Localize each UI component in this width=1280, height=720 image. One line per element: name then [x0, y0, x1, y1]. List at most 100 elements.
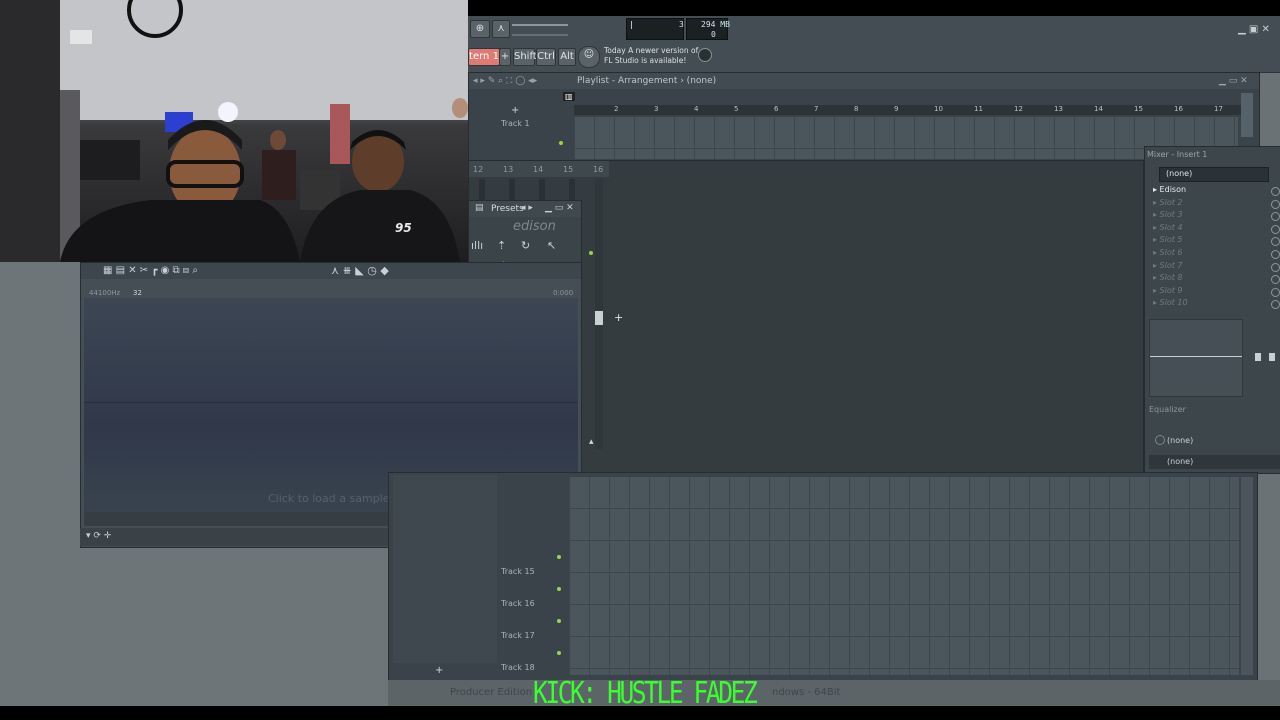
mixer-fader-1[interactable] [1255, 353, 1261, 361]
pattern-selector[interactable]: tern 1 [468, 48, 500, 66]
lower-track-label: Track 16 [501, 599, 535, 608]
mixer-insert-select-value: (none) [1166, 169, 1193, 178]
slot-enable-icon[interactable] [1271, 250, 1280, 259]
slot-enable-icon[interactable] [1271, 212, 1280, 222]
logo-icon[interactable]: ⊕ [470, 20, 490, 38]
mixer-slot-label: ▸ Slot 2 [1153, 197, 1183, 207]
marker-icon[interactable]: ⇡ [497, 239, 506, 252]
eq-display[interactable] [1149, 319, 1243, 397]
mixer-slot[interactable]: ▸ Edison [1153, 185, 1280, 197]
ruler-number: 13 [1054, 105, 1063, 113]
mixer-slot[interactable]: ▸ Slot 8 [1153, 273, 1280, 285]
send-1-label[interactable]: (none) [1167, 436, 1193, 445]
send-2-select[interactable]: (none) [1149, 455, 1280, 469]
cursor-plus-icon: + [614, 311, 624, 324]
hint-icon[interactable]: ☺ [578, 46, 600, 68]
ruler-number: 11 [974, 105, 983, 113]
ruler-number: 15 [1134, 105, 1143, 113]
load-sample-placeholder[interactable]: Click to load a sample [268, 492, 389, 505]
update-icon[interactable] [698, 48, 712, 62]
slot-enable-icon[interactable] [1271, 300, 1280, 310]
playlist-header: ◂ ▸ ✎ ⌕ ⛶ ◯ ◂▸ Playlist - Arrangement › … [469, 73, 1259, 89]
pattern-mode-icon[interactable]: ▥ [563, 92, 575, 101]
lower-track-label: Track 15 [501, 567, 535, 576]
track-dot[interactable] [559, 141, 563, 145]
mixer-slot[interactable]: ▸ Slot 10 [1153, 298, 1280, 310]
mixer-slot[interactable]: ▸ Slot 2 [1153, 198, 1280, 210]
scroll-up-icon[interactable]: ▴ [589, 437, 594, 447]
channel-number: 15 [563, 165, 574, 174]
sample-rate-label: 44100Hz [89, 289, 121, 297]
shift-key-button[interactable]: Shift [513, 48, 537, 66]
track-dot[interactable] [557, 555, 561, 559]
mixer-insert-select[interactable]: (none) [1159, 167, 1269, 182]
ruler-number: 14 [1094, 105, 1103, 113]
playlist-side-tools[interactable]: + ▥ [511, 91, 575, 117]
status-bar: Producer Edition ndows - 64Bit [388, 680, 1280, 706]
presets-window-controls[interactable]: ▁ ▭ ✕ [545, 203, 574, 213]
equalize-icon[interactable]: ıllı [471, 239, 483, 252]
track-dot[interactable] [557, 651, 561, 655]
mixer-slot-label: ▸ Slot 4 [1153, 222, 1183, 232]
playlist-window-controls[interactable]: ▁ ▭ ✕ [1219, 73, 1248, 89]
status-right-text: ndows - 64Bit [772, 687, 841, 698]
send-1-icon[interactable] [1155, 435, 1165, 445]
add-pattern-button[interactable]: + [499, 48, 511, 66]
timeline-ruler[interactable]: 2 3 4 5 6 7 8 9 10 11 12 13 14 15 16 17 [574, 105, 1243, 115]
ruler-number: 4 [694, 105, 699, 113]
mixer-slot[interactable]: ▸ Slot 4 [1153, 223, 1280, 235]
mixer-slot[interactable]: ▸ Slot 6 [1153, 248, 1280, 260]
track-dot[interactable] [557, 587, 561, 591]
fader-handle[interactable] [595, 311, 603, 325]
slot-enable-icon[interactable] [1271, 199, 1280, 209]
pitch-icon[interactable]: ⋏ [492, 20, 510, 38]
mixer-slot-label: ▸ Slot 5 [1153, 235, 1183, 245]
playlist-grid[interactable] [574, 117, 1238, 159]
edison-transport-icons[interactable]: ▾ ⟳ ✛ [86, 531, 111, 541]
add-track-icon[interactable]: + [435, 665, 443, 676]
presets-menu-icon[interactable]: ▤ [475, 203, 484, 213]
edison-file-icons[interactable]: ▦ ▤ ✕ ✂ ┏ ◉ ⧉ ⧈ ⌕ [103, 265, 198, 276]
slot-enable-icon[interactable] [1271, 275, 1280, 285]
edison-tools-icons[interactable]: ⋏ ⧻ ◣ ◷ ◆ [331, 264, 389, 277]
song-position-display: | 3 [626, 18, 684, 40]
mixer-title: Mixer - Insert 1 [1147, 150, 1208, 159]
mixer-slot-label: ▸ Slot 8 [1153, 273, 1183, 283]
mixer-slot[interactable]: ▸ Slot 7 [1153, 261, 1280, 273]
edison-logo: edison [513, 219, 556, 234]
mixer-slot[interactable]: ▸ Slot 3 [1153, 210, 1280, 222]
mixer-slot[interactable]: ▸ Slot 5 [1153, 235, 1280, 247]
ruler-number: 17 [1214, 105, 1223, 113]
window-controls[interactable]: ▁ ▣ ✕ [1238, 24, 1270, 35]
status-left-text: Producer Edition [450, 687, 533, 698]
select-icon[interactable]: ↖ [547, 239, 556, 252]
send-2-label: (none) [1167, 457, 1194, 466]
slot-enable-icon[interactable] [1271, 262, 1280, 272]
center-line [84, 402, 578, 403]
lower-scrollbar[interactable] [1241, 477, 1253, 675]
lower-track-label: Track 18 [501, 663, 535, 672]
lower-track-label: Track 17 [501, 631, 535, 640]
slot-enable-icon[interactable] [1271, 187, 1280, 196]
track-dot[interactable] [557, 619, 561, 623]
playlist-scrollbar[interactable] [1241, 93, 1253, 137]
master-volume-slider[interactable] [512, 24, 568, 26]
lower-playlist-grid[interactable] [569, 477, 1239, 675]
loop-icon[interactable]: ↻ [521, 239, 530, 252]
equalizer-label: Equalizer [1149, 405, 1186, 414]
slot-enable-icon[interactable] [1271, 237, 1280, 247]
playlist-title: Playlist - Arrangement › (none) [577, 76, 717, 86]
slot-enable-icon[interactable] [1271, 224, 1280, 234]
mixer-slot[interactable]: ▸ Slot 9 [1153, 286, 1280, 298]
time-display: 0:000 [553, 289, 574, 297]
alt-key-button[interactable]: Alt [558, 48, 576, 66]
ruler-number: 5 [734, 105, 739, 113]
master-pitch-slider[interactable] [512, 34, 568, 36]
slot-enable-icon[interactable] [1271, 287, 1280, 297]
presets-nav-icons[interactable]: ◂ ▸ [521, 203, 533, 213]
mixer-fader-2[interactable] [1269, 353, 1275, 361]
ruler-number: 3 [654, 105, 659, 113]
ctrl-key-button[interactable]: Ctrl [536, 48, 556, 66]
hint-line-1: Today A newer version of [604, 46, 699, 55]
playlist-tools-icon[interactable]: ◂ ▸ ✎ ⌕ ⛶ ◯ ◂▸ [473, 73, 537, 89]
